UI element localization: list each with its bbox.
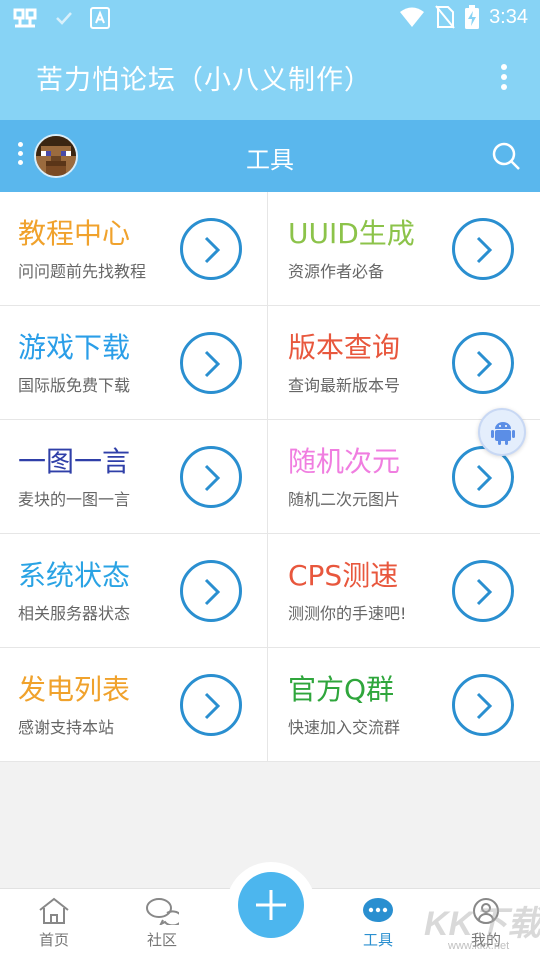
home-icon [39, 897, 69, 924]
no-sim-icon [435, 5, 455, 29]
tool-official-qq-group[interactable]: 官方Q群 快速加入交流群 [268, 648, 540, 762]
tools-toolbar: 工具 [0, 120, 540, 192]
battery-charging-icon [465, 5, 480, 29]
chevron-right-icon[interactable] [180, 560, 242, 622]
more-vertical-icon[interactable] [498, 64, 510, 94]
android-icon [491, 422, 515, 445]
nav-home[interactable]: 首页 [14, 897, 94, 950]
nav-label: 工具 [362, 931, 393, 949]
tool-subtitle: 随机二次元图片 [288, 490, 401, 509]
tool-title: 发电列表 [18, 673, 131, 706]
nav-label: 社区 [146, 931, 177, 949]
chevron-right-icon[interactable] [180, 674, 242, 736]
search-icon[interactable] [490, 140, 522, 172]
tool-title: CPS测速 [288, 559, 399, 592]
nav-label: 首页 [38, 931, 69, 949]
a-notification-icon [90, 7, 110, 29]
wifi-icon [400, 7, 425, 27]
tool-cps-test[interactable]: CPS测速 测测你的手速吧! [268, 534, 540, 648]
tool-version-query[interactable]: 版本查询 查询最新版本号 [268, 306, 540, 420]
plus-icon [256, 890, 286, 920]
chat-bubbles-icon [146, 898, 179, 925]
tool-subtitle: 国际版免费下载 [18, 376, 131, 395]
tool-subtitle: 查询最新版本号 [288, 376, 401, 395]
chevron-right-icon[interactable] [180, 218, 242, 280]
tool-picture-quote[interactable]: 一图一言 麦块的一图一言 [0, 420, 268, 534]
tool-subtitle: 快速加入交流群 [288, 718, 401, 737]
tool-title: 版本查询 [288, 331, 401, 364]
app-title: 苦力怕论坛（小八义制作） [36, 65, 372, 96]
status-bar: 3:34 [0, 0, 540, 36]
tool-uuid-generator[interactable]: UUID生成 资源作者必备 [268, 192, 540, 306]
chevron-right-icon[interactable] [180, 332, 242, 394]
watermark-url: www.kkx.net [448, 940, 510, 952]
clock: 3:34 [489, 5, 528, 28]
chevron-right-icon[interactable] [452, 332, 514, 394]
watermark: KK下载 www.kkx.net [418, 896, 540, 958]
chevron-right-icon[interactable] [452, 560, 514, 622]
check-icon [56, 12, 72, 25]
chat-dots-icon [363, 898, 393, 922]
tool-title: 系统状态 [18, 559, 131, 592]
tool-title: 官方Q群 [288, 673, 395, 706]
bug-app-icon [13, 8, 37, 28]
tool-subtitle: 资源作者必备 [288, 262, 385, 281]
tool-subtitle: 相关服务器状态 [18, 604, 131, 623]
tool-title: 一图一言 [18, 445, 131, 478]
tool-subtitle: 麦块的一图一言 [18, 490, 131, 509]
chevron-right-icon[interactable] [180, 446, 242, 508]
tool-tutorial-center[interactable]: 教程中心 问问题前先找教程 [0, 192, 268, 306]
tool-system-status[interactable]: 系统状态 相关服务器状态 [0, 534, 268, 648]
tool-game-download[interactable]: 游戏下载 国际版免费下载 [0, 306, 268, 420]
toolbar-title: 工具 [246, 146, 294, 174]
add-button[interactable] [238, 872, 304, 938]
chevron-right-icon[interactable] [452, 218, 514, 280]
watermark-text: KK下载 [424, 905, 540, 943]
app-bar: 苦力怕论坛（小八义制作） [0, 36, 540, 120]
tool-subtitle: 问问题前先找教程 [18, 262, 147, 281]
tool-title: 随机次元 [288, 445, 401, 478]
android-float-button[interactable] [478, 408, 526, 456]
tool-subtitle: 感谢支持本站 [18, 718, 115, 737]
tool-subtitle: 测测你的手速吧! [288, 604, 407, 623]
tools-grid: 教程中心 问问题前先找教程 UUID生成 资源作者必备 游戏下载 国际版免费下载… [0, 192, 540, 762]
tool-title: UUID生成 [288, 217, 415, 250]
tool-title: 游戏下载 [18, 331, 131, 364]
nav-community[interactable]: 社区 [122, 897, 202, 950]
chevron-right-icon[interactable] [452, 674, 514, 736]
tool-donation-list[interactable]: 发电列表 感谢支持本站 [0, 648, 268, 762]
nav-tools[interactable]: 工具 [338, 897, 418, 950]
tool-title: 教程中心 [18, 217, 131, 250]
